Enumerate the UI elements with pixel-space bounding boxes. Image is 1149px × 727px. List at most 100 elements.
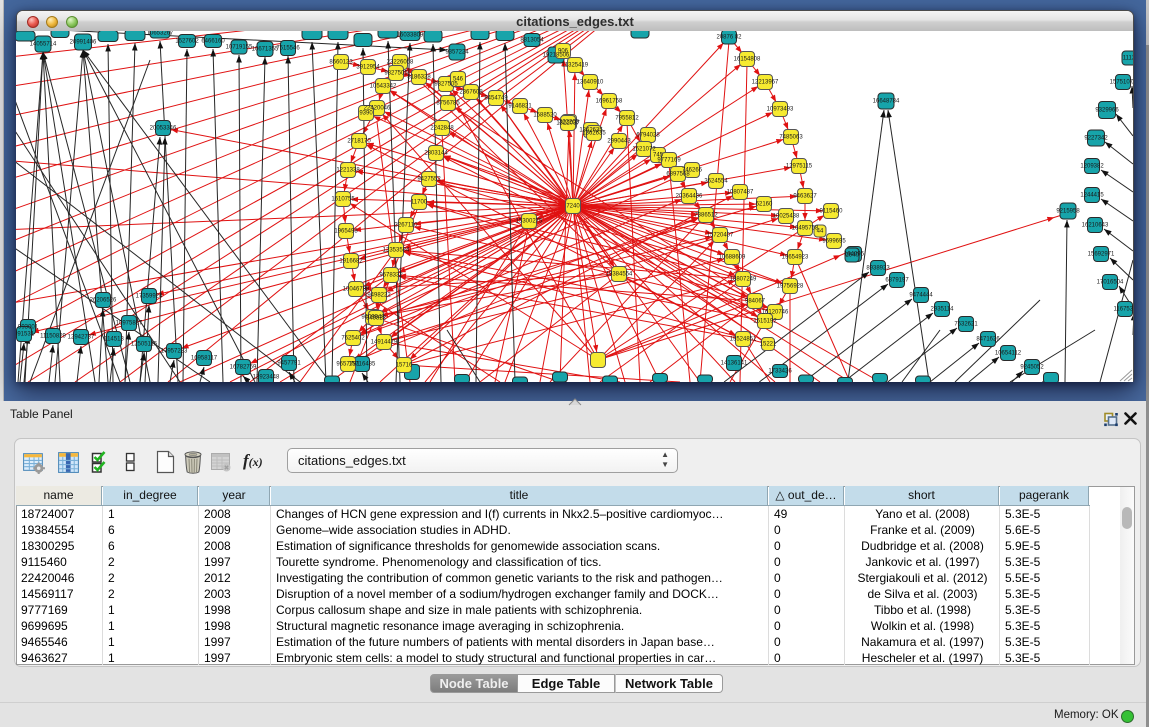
svg-text:19756928: 19756928	[777, 284, 804, 290]
svg-text:10025438: 10025438	[773, 214, 800, 220]
svg-text:10975887: 10975887	[116, 321, 143, 327]
svg-text:3912954: 3912954	[356, 65, 380, 71]
svg-text:8454749: 8454749	[484, 96, 508, 102]
svg-text:26206526: 26206526	[90, 298, 117, 304]
svg-text:16120746: 16120746	[762, 310, 789, 316]
svg-text:15692971: 15692971	[1088, 252, 1115, 258]
svg-text:9245052: 9245052	[1020, 365, 1044, 371]
svg-text:16033809: 16033809	[397, 33, 424, 39]
svg-text:349822: 349822	[366, 316, 387, 322]
svg-text:17957223: 17957223	[161, 349, 188, 355]
svg-text:991531: 991531	[16, 332, 35, 338]
svg-text:3267110: 3267110	[395, 223, 419, 229]
svg-text:10807487: 10807487	[727, 190, 754, 196]
svg-text:9463627: 9463627	[793, 194, 817, 200]
svg-text:9699695: 9699695	[822, 239, 846, 245]
svg-text:12942737: 12942737	[68, 335, 95, 341]
svg-text:10671355: 10671355	[252, 47, 279, 53]
svg-text:1610755: 1610755	[331, 197, 355, 203]
svg-text:44: 44	[817, 229, 824, 235]
svg-text:9474444: 9474444	[909, 293, 933, 299]
svg-text:1527602: 1527602	[175, 39, 199, 45]
svg-text:746266: 746266	[682, 168, 703, 174]
svg-text:10046788: 10046788	[343, 287, 370, 293]
svg-text:9329966: 9329966	[1095, 108, 1119, 114]
svg-text:16154808: 16154808	[734, 57, 761, 63]
svg-text:1733426: 1733426	[768, 369, 792, 375]
svg-text:546: 546	[453, 77, 464, 83]
svg-text:14914479: 14914479	[371, 340, 398, 346]
svg-text:9390: 9390	[359, 111, 373, 117]
svg-text:7632621: 7632621	[954, 322, 978, 328]
svg-text:11150829: 11150829	[40, 334, 66, 340]
svg-text:1615192: 1615192	[753, 319, 777, 325]
svg-text:8938923: 8938923	[866, 266, 890, 272]
svg-text:2367608: 2367608	[459, 90, 483, 96]
svg-text:9227342: 9227342	[1084, 136, 1108, 142]
svg-text:23226058: 23226058	[387, 60, 414, 66]
svg-text:9146821: 9146821	[508, 104, 532, 110]
svg-text:9498222: 9498222	[367, 293, 391, 299]
svg-text:10719155: 10719155	[226, 45, 253, 51]
svg-text:2803144: 2803144	[424, 151, 448, 157]
svg-text:9115460: 9115460	[820, 209, 844, 215]
svg-text:7386512: 7386512	[694, 213, 718, 219]
svg-text:9657791: 9657791	[336, 362, 360, 368]
svg-text:14136141: 14136141	[721, 361, 748, 367]
svg-text:10543342: 10543342	[370, 84, 397, 90]
svg-text:12923448: 12923448	[253, 375, 280, 381]
svg-text:8813054: 8813054	[520, 38, 544, 44]
svg-text:114513: 114513	[104, 337, 124, 343]
svg-text:20053346: 20053346	[150, 126, 177, 132]
svg-text:8186328: 8186328	[407, 75, 431, 81]
svg-text:15720407: 15720407	[707, 233, 734, 239]
svg-text:62160: 62160	[756, 202, 773, 208]
svg-text:3624554: 3624554	[704, 179, 728, 185]
svg-text:1221338: 1221338	[336, 168, 360, 174]
svg-text:9215958: 9215958	[1056, 209, 1080, 215]
svg-text:9777169: 9777169	[657, 158, 681, 164]
svg-text:15751074: 15751074	[1110, 80, 1133, 86]
svg-text:6794028: 6794028	[636, 133, 660, 139]
svg-text:9427552: 9427552	[417, 177, 441, 183]
svg-text:18807249: 18807249	[730, 277, 757, 283]
svg-text:906: 906	[558, 49, 569, 55]
svg-text:1112: 1112	[1123, 56, 1133, 62]
svg-text:10688609: 10688609	[719, 255, 746, 261]
svg-text:1640: 1640	[845, 253, 859, 259]
svg-text:1916682: 1916682	[339, 259, 363, 265]
svg-text:15300275: 15300275	[516, 219, 543, 225]
svg-text:1322037: 1322037	[556, 121, 580, 127]
svg-text:9457791: 9457791	[277, 361, 301, 367]
svg-text:7240: 7240	[566, 204, 580, 210]
svg-text:10653267: 10653267	[147, 31, 174, 37]
svg-text:7955812: 7955812	[615, 116, 639, 122]
svg-text:984067: 984067	[745, 299, 766, 305]
svg-text:16961758: 16961758	[596, 99, 623, 105]
svg-text:9678332: 9678332	[379, 273, 403, 279]
svg-text:2718170: 2718170	[347, 139, 371, 145]
svg-text:9357224: 9357224	[445, 50, 469, 56]
svg-text:10973493: 10973493	[767, 107, 794, 113]
svg-text:11700: 11700	[411, 200, 428, 206]
svg-text:1209382: 1209382	[1080, 164, 1104, 170]
svg-text:19654923: 19654923	[782, 255, 809, 261]
svg-text:16495758: 16495758	[792, 226, 819, 232]
svg-text:16958117: 16958117	[191, 356, 218, 362]
svg-text:16782759: 16782759	[230, 365, 257, 371]
svg-text:1167534: 1167534	[1114, 307, 1133, 313]
svg-text:14055714: 14055714	[30, 42, 57, 48]
svg-text:10654112: 10654112	[995, 351, 1022, 357]
svg-text:12213967: 12213967	[752, 80, 779, 86]
svg-text:20876 82: 20876 82	[716, 35, 742, 41]
svg-text:8660123: 8660123	[329, 60, 353, 66]
svg-text:15221: 15221	[760, 342, 777, 348]
svg-text:17016504: 17016504	[1097, 280, 1124, 286]
svg-text:20991406: 20991406	[70, 40, 97, 46]
svg-text:1965498: 1965498	[334, 229, 358, 235]
svg-text:15716: 15716	[396, 363, 413, 369]
svg-text:1588520: 1588520	[533, 113, 557, 119]
svg-text:12975115: 12975115	[786, 164, 813, 170]
svg-text:7625402: 7625402	[341, 336, 365, 342]
svg-text:20364436: 20364436	[676, 194, 703, 200]
